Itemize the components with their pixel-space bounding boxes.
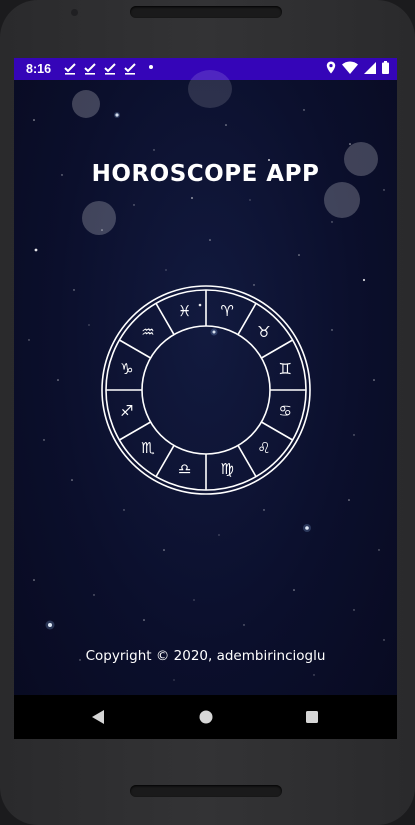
zodiac-glyph: ♌	[257, 439, 270, 457]
app-title: HOROSCOPE APP	[91, 161, 320, 187]
signal-icon	[364, 61, 376, 74]
home-circle-icon	[199, 710, 213, 724]
zodiac-wheel-icon: ♈ ♉ ♊ ♋ ♌ ♍ ♎ ♏ ♐ ♑ ♒ ♓	[101, 285, 311, 495]
zodiac-glyph: ♍	[220, 460, 233, 478]
screen: 8:16 HOROSCOPE APP ♈ ♉ ♊ ♋ ♌ ♍ ♎ ♏ ♐ ♑ ♒…	[14, 58, 397, 739]
zodiac-glyph: ♊	[278, 360, 291, 378]
status-right-icons	[326, 61, 389, 74]
wheel-spoke	[118, 339, 151, 359]
decor-bubble	[324, 182, 360, 218]
wifi-icon	[342, 61, 358, 74]
zodiac-glyph: ♒	[141, 323, 154, 341]
decor-bubble	[72, 90, 100, 118]
wheel-spoke	[155, 302, 175, 335]
zodiac-glyph: ♎	[178, 460, 191, 478]
wheel-spoke	[237, 302, 257, 335]
phone-frame: 8:16 HOROSCOPE APP ♈ ♉ ♊ ♋ ♌ ♍ ♎ ♏ ♐ ♑ ♒…	[0, 0, 415, 825]
zodiac-glyph: ♑	[120, 360, 133, 378]
zodiac-glyph: ♈	[220, 302, 233, 320]
wheel-spoke	[261, 339, 294, 359]
recents-button[interactable]	[304, 709, 320, 725]
wheel-spoke	[155, 445, 175, 478]
decor-bubble	[188, 70, 232, 108]
home-button[interactable]	[198, 709, 214, 725]
notification-icons	[63, 61, 137, 75]
recents-square-icon	[306, 711, 318, 723]
bottom-speaker	[130, 785, 282, 797]
wheel-spoke	[237, 445, 257, 478]
download-done-icon	[124, 63, 136, 75]
more-dot-icon	[149, 65, 153, 69]
zodiac-glyph: ♋	[278, 402, 291, 420]
download-done-icon	[64, 63, 76, 75]
back-button[interactable]	[90, 709, 106, 725]
zodiac-glyph: ♐	[120, 402, 133, 420]
status-time: 8:16	[26, 62, 52, 76]
front-camera	[71, 9, 78, 16]
decor-bubble	[82, 201, 116, 235]
download-done-icon	[84, 63, 96, 75]
zodiac-glyph: ♉	[257, 323, 270, 341]
wheel-spoke	[261, 421, 294, 441]
copyright-text: Copyright © 2020, adembirincioglu	[85, 648, 326, 664]
top-speaker	[130, 6, 282, 18]
location-icon	[326, 61, 336, 74]
zodiac-glyph: ♏	[141, 439, 155, 457]
wheel-spoke	[118, 421, 151, 441]
battery-icon	[382, 61, 389, 74]
zodiac-glyph: ♓	[178, 302, 191, 320]
navigation-bar	[14, 695, 397, 739]
download-done-icon	[104, 63, 116, 75]
back-triangle-icon	[92, 710, 104, 724]
